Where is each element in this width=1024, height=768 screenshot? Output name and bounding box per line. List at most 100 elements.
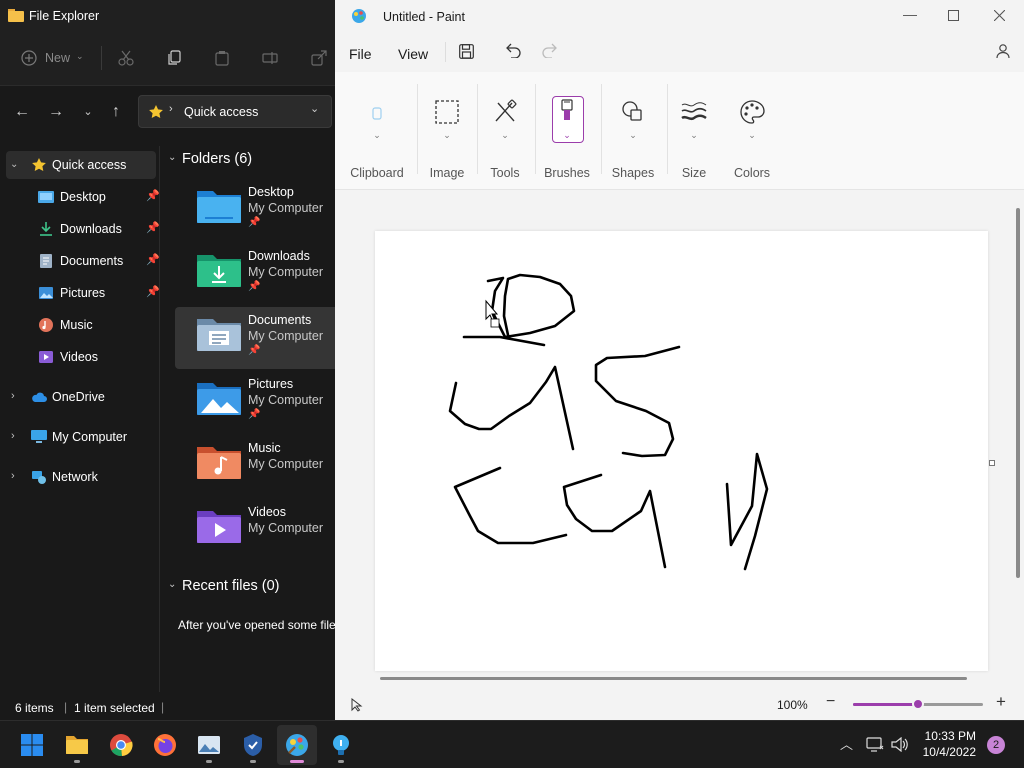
- navigation-pane: ⌄ Quick access Desktop 📌 Downloads 📌 Doc…: [0, 146, 160, 692]
- maximize-icon[interactable]: [948, 10, 959, 21]
- network-status-icon[interactable]: [866, 737, 884, 752]
- copy-icon[interactable]: [167, 50, 183, 66]
- nav-item-music[interactable]: Music: [6, 311, 156, 339]
- taskbar-security[interactable]: [233, 725, 273, 765]
- pin-icon: 📌: [146, 286, 160, 298]
- ribbon-group-clipboard[interactable]: ⌄ Clipboard: [343, 84, 411, 190]
- clipboard-icon: [372, 107, 382, 120]
- ribbon-group-colors[interactable]: ⌄ Colors: [725, 84, 779, 190]
- ribbon-group-brushes[interactable]: ⌄ Brushes: [539, 84, 595, 190]
- ribbon-label: Size: [681, 166, 707, 180]
- redo-icon[interactable]: [542, 43, 558, 58]
- ribbon-label: Image: [429, 166, 465, 180]
- rename-icon[interactable]: [262, 50, 278, 66]
- stroke: [562, 473, 667, 569]
- back-arrow-icon[interactable]: ←: [11, 101, 33, 123]
- folder-name: Desktop: [248, 185, 294, 199]
- nav-item-pictures[interactable]: Pictures 📌: [6, 279, 160, 307]
- taskbar-firefox[interactable]: [145, 725, 185, 765]
- chevron-down-icon: ⌄: [501, 130, 509, 140]
- breadcrumb-chevron-icon: ›: [169, 103, 173, 115]
- address-box[interactable]: › Quick access ⌄: [138, 95, 332, 128]
- forward-arrow-icon[interactable]: →: [45, 101, 67, 123]
- download-icon: [40, 222, 52, 236]
- nav-onedrive[interactable]: › OneDrive: [6, 383, 156, 411]
- taskbar-chrome[interactable]: [101, 725, 141, 765]
- expand-chevron-icon[interactable]: ›: [11, 470, 15, 482]
- status-divider: |: [161, 700, 165, 714]
- notification-badge[interactable]: 2: [987, 736, 1005, 754]
- nav-network[interactable]: › Network: [6, 463, 156, 491]
- nav-item-downloads[interactable]: Downloads 📌: [6, 215, 160, 243]
- undo-icon[interactable]: [505, 43, 521, 58]
- address-dropdown-icon[interactable]: ⌄: [310, 102, 319, 115]
- save-icon[interactable]: [459, 44, 474, 59]
- collapse-chevron-icon[interactable]: ⌄: [168, 579, 176, 590]
- paint-title-bar: Untitled - Paint —: [335, 0, 1024, 32]
- ribbon-group-size[interactable]: ⌄ Size: [671, 84, 717, 190]
- clock-date[interactable]: 10/4/2022: [896, 745, 976, 759]
- windows-logo-icon: [21, 734, 43, 756]
- folder-tile-music[interactable]: Music My Computer: [175, 435, 335, 497]
- nav-my-computer[interactable]: › My Computer: [6, 423, 156, 451]
- account-icon[interactable]: [994, 43, 1012, 61]
- ribbon-group-tools[interactable]: ⌄ Tools: [481, 84, 529, 190]
- paste-icon[interactable]: [214, 50, 230, 66]
- chevron-down-icon: ⌄: [748, 130, 756, 140]
- folders-header: Folders (6): [182, 151, 253, 167]
- close-icon[interactable]: [994, 10, 1005, 21]
- content-pane: ⌄ Folders (6) Desktop My Computer 📌 Down…: [160, 146, 335, 692]
- start-button[interactable]: [12, 725, 52, 765]
- folder-music-icon: [197, 447, 241, 479]
- ribbon-group-shapes[interactable]: ⌄ Shapes: [605, 84, 661, 190]
- folder-desktop-icon: [197, 191, 241, 223]
- folder-tile-downloads[interactable]: Downloads My Computer 📌: [175, 243, 335, 305]
- taskbar-paint[interactable]: [277, 725, 317, 765]
- minimize-icon[interactable]: —: [903, 6, 917, 22]
- zoom-slider-track[interactable]: [853, 698, 983, 710]
- stroke: [448, 365, 575, 451]
- taskbar-photos[interactable]: [189, 725, 229, 765]
- horizontal-scrollbar[interactable]: [380, 677, 967, 680]
- menu-file[interactable]: File: [349, 46, 372, 62]
- menu-view[interactable]: View: [398, 46, 428, 62]
- ribbon-label: Shapes: [611, 166, 655, 180]
- folder-tile-desktop[interactable]: Desktop My Computer 📌: [175, 179, 335, 241]
- collapse-chevron-icon[interactable]: ⌄: [168, 152, 176, 163]
- canvas-resize-handle[interactable]: [989, 460, 995, 466]
- stroke: [453, 466, 568, 545]
- zoom-out-icon[interactable]: −: [826, 693, 835, 711]
- zoom-in-icon[interactable]: +: [996, 692, 1006, 712]
- show-hidden-icons-chevron-icon[interactable]: ︿: [840, 734, 853, 753]
- vertical-scrollbar[interactable]: [1016, 208, 1020, 578]
- document-icon: [40, 254, 52, 268]
- taskbar-file-explorer[interactable]: [57, 725, 97, 765]
- taskbar-tips[interactable]: [321, 725, 361, 765]
- recent-locations-chevron-icon[interactable]: ⌄: [77, 101, 99, 123]
- toolbar-divider: [101, 46, 102, 70]
- folder-name: Music: [248, 441, 281, 455]
- expand-chevron-icon[interactable]: ⌄: [10, 159, 18, 170]
- clock-time[interactable]: 10:33 PM: [896, 729, 976, 743]
- folder-tile-pictures[interactable]: Pictures My Computer 📌: [175, 371, 335, 433]
- folder-tile-videos[interactable]: Videos My Computer: [175, 499, 335, 561]
- nav-item-documents[interactable]: Documents 📌: [6, 247, 160, 275]
- ribbon-group-image[interactable]: ⌄ Image: [421, 84, 473, 190]
- drawing-canvas[interactable]: [375, 231, 988, 671]
- ribbon-label: Tools: [490, 166, 520, 180]
- music-icon: [39, 318, 53, 332]
- nav-item-desktop[interactable]: Desktop 📌: [6, 183, 160, 211]
- new-button[interactable]: New ⌄: [16, 46, 88, 70]
- cut-icon[interactable]: [118, 50, 134, 66]
- shield-icon: [244, 734, 262, 756]
- folder-tile-documents[interactable]: Documents My Computer 📌: [175, 307, 335, 369]
- up-arrow-icon[interactable]: ↑: [105, 101, 127, 123]
- nav-label: OneDrive: [52, 390, 105, 404]
- expand-chevron-icon[interactable]: ›: [11, 390, 15, 402]
- nav-quick-access[interactable]: ⌄ Quick access: [6, 151, 156, 179]
- expand-chevron-icon[interactable]: ›: [11, 430, 15, 442]
- ribbon-label: Clipboard: [350, 166, 404, 180]
- zoom-slider-thumb[interactable]: [912, 698, 924, 710]
- share-icon[interactable]: [311, 50, 327, 66]
- nav-item-videos[interactable]: Videos: [6, 343, 156, 371]
